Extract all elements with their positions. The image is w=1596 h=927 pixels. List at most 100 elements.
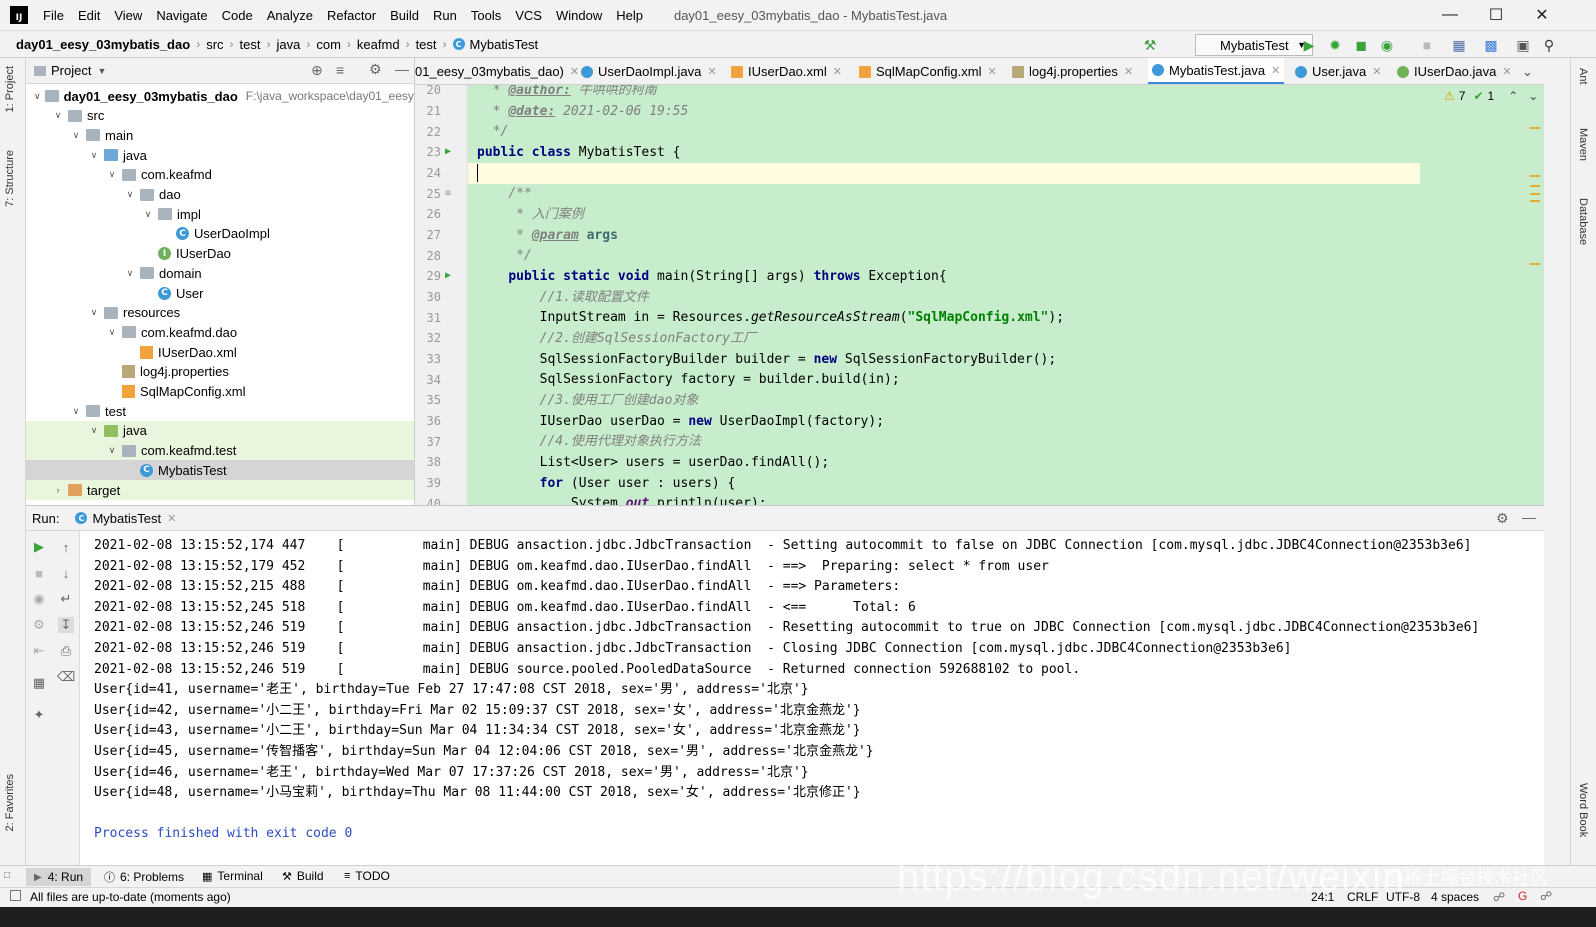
layout-icon[interactable]: □ [4,870,10,881]
tab-run[interactable]: ▶ 4: Run [26,868,92,886]
menu-tools[interactable]: Tools [464,8,508,23]
notifications-icon[interactable]: ☍ [1540,889,1552,903]
chevron-down-icon[interactable]: ∨ [88,425,100,436]
favorites-tool-tab[interactable]: 2: Favorites [4,774,16,831]
tab-todo[interactable]: ≡ TODO [344,869,390,883]
search-icon[interactable]: ⚲ [1540,36,1558,54]
menu-window[interactable]: Window [549,8,609,23]
chevron-down-icon[interactable]: ∨ [106,327,118,338]
tree-item[interactable]: SqlMapConfig.xml [26,382,414,402]
trash-icon[interactable]: ⌫ [57,669,75,685]
stop-icon[interactable]: ■ [31,565,47,581]
chevron-down-icon[interactable]: ∨ [124,268,136,279]
tree-item[interactable]: ∨ com.keafmd [26,165,414,185]
debug-icon[interactable]: ✹ [1326,36,1344,54]
layout-icon[interactable]: ▦ [31,675,47,691]
tree-item[interactable]: ∨ dao [26,185,414,205]
close-icon[interactable]: ✕ [1502,65,1511,78]
run-config-select[interactable]: MybatisTest ▼ [1195,34,1313,56]
minimize-icon[interactable]: — [1427,0,1473,30]
tree-item[interactable]: I IUserDao [26,244,414,264]
tree-item[interactable]: ∨ java [26,420,414,441]
tree-item[interactable]: IUserDao.xml [26,342,414,362]
camera-icon[interactable]: ◉ [31,591,47,607]
lock-icon[interactable]: ☍ [1493,890,1505,904]
project-structure-icon[interactable]: ▦ [1450,36,1468,54]
scroll-down-icon[interactable]: ↓ [58,565,74,581]
run-tab-label[interactable]: MybatisTest [92,511,161,526]
tab-sqlmapconfig[interactable]: SqlMapConfig.xml ✕ [855,58,1001,84]
breadcrumb-src[interactable]: src [206,37,223,52]
run-main-gutter-icon[interactable]: ▶ [445,270,451,281]
menu-help[interactable]: Help [609,8,650,23]
menu-edit[interactable]: Edit [71,8,107,23]
menu-build[interactable]: Build [383,8,426,23]
run-class-gutter-icon[interactable]: ▶ [445,146,451,157]
tree-item[interactable]: ∨ src [26,106,414,126]
error-stripe-mark[interactable] [1530,263,1540,265]
chevron-down-icon[interactable]: ∨ [52,110,64,121]
tree-item[interactable]: › target [26,480,414,500]
console-output[interactable]: 2021-02-08 13:15:52,174 447 [ main] DEBU… [94,536,1479,845]
close-icon[interactable]: ✕ [707,65,716,78]
project-tool-tab[interactable]: 1: Project [4,66,16,112]
hide-panel-icon[interactable]: — [395,61,409,77]
maximize-icon[interactable]: ☐ [1473,0,1519,30]
indent-setting[interactable]: 4 spaces [1431,890,1479,904]
tab-iuserdao-java[interactable]: IUserDao.java ✕ [1393,58,1516,84]
tabs-overflow-icon[interactable]: ⌄ [1518,58,1537,84]
code-editor[interactable]: * @author: 牛哄哄的柯南 * @date: 2021-02-06 19… [468,85,1544,505]
translate-icon[interactable]: ▩ [1482,36,1500,54]
chevron-down-icon[interactable]: ∨ [106,169,118,180]
chevron-right-icon[interactable]: › [52,485,64,495]
scroll-up-icon[interactable]: ↑ [58,539,74,555]
error-stripe-mark[interactable] [1530,200,1540,202]
tree-item[interactable]: ∨ com.keafmd.dao [26,322,414,342]
ant-tool-tab[interactable]: Ant [1577,68,1589,85]
tab-log4j[interactable]: log4j.properties ✕ [1008,58,1137,84]
tree-item[interactable]: ∨ test [26,401,414,421]
chevron-down-icon[interactable]: ∨ [88,307,100,318]
tree-item[interactable]: ∨ com.keafmd.test [26,440,414,461]
menu-run[interactable]: Run [426,8,464,23]
maven-tool-tab[interactable]: Maven [1577,128,1589,161]
close-icon[interactable]: ✕ [1124,65,1133,78]
chevron-down-icon[interactable]: ∨ [34,91,41,102]
soft-wrap-icon[interactable]: ↵ [58,591,74,607]
tree-item[interactable]: ∨ day01_eesy_03mybatis_dao F:\java_workspa… [26,86,414,106]
locate-icon[interactable]: ⊕ [311,62,323,79]
database-tool-tab[interactable]: Database [1577,198,1589,245]
menu-navigate[interactable]: Navigate [149,8,214,23]
tab-terminal[interactable]: ▦ Terminal [202,869,263,883]
chevron-down-icon[interactable]: ∨ [124,189,136,200]
tree-item[interactable]: C MybatisTest [26,460,414,481]
wordbook-tool-tab[interactable]: Word Book [1577,783,1589,837]
pin-icon[interactable]: ✦ [31,707,47,723]
breadcrumb-project[interactable]: day01_eesy_03mybatis_dao [16,37,190,52]
close-icon[interactable]: ✕ [988,65,997,78]
gear-icon[interactable]: ⚙ [369,61,382,78]
rerun-icon[interactable]: ▶ [31,539,47,555]
tab-build[interactable]: ⚒ Build [282,869,324,883]
menu-code[interactable]: Code [215,8,260,23]
error-stripe-mark[interactable] [1530,175,1540,177]
menu-file[interactable]: File [36,8,71,23]
close-window-icon[interactable]: ✕ [1519,0,1565,30]
doc-comment-icon[interactable]: ≡ [445,188,451,199]
menu-refactor[interactable]: Refactor [320,8,383,23]
tree-item[interactable]: ∨ main [26,125,414,145]
status-toggle-icon[interactable] [10,890,21,901]
menu-view[interactable]: View [107,8,149,23]
tree-item[interactable]: ∨ impl [26,204,414,224]
breadcrumb-test-pkg[interactable]: test [416,37,437,52]
status-message[interactable]: All files are up-to-date (moments ago) [30,890,231,904]
tab-mybatistest[interactable]: MybatisTest.java ✕ [1148,58,1285,84]
stop-icon[interactable]: ■ [1418,36,1436,54]
breadcrumb-com[interactable]: com [316,37,341,52]
tab-problems[interactable]: ⓘ 6: Problems [104,869,184,885]
chevron-down-icon[interactable]: ∨ [106,445,118,456]
inspection-widget[interactable]: ⚠ 7 ✔ 1 ⌃ ⌄ [1444,89,1538,103]
breadcrumb-java[interactable]: java [277,37,301,52]
error-stripe-mark[interactable] [1530,193,1540,195]
coverage-icon[interactable]: ◼ [1352,36,1370,54]
